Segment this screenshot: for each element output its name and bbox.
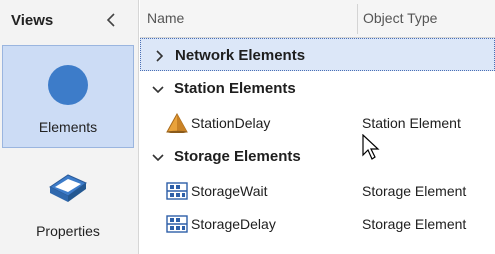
view-properties-button[interactable]: Properties xyxy=(2,150,134,253)
element-object-type: Storage Element xyxy=(362,216,467,232)
table-row[interactable]: StationDelay Station Element xyxy=(140,106,495,139)
element-object-type: Station Element xyxy=(362,115,461,131)
chevron-down-icon xyxy=(152,154,164,161)
view-properties-label: Properties xyxy=(36,223,100,239)
column-header-name[interactable]: Name xyxy=(147,0,184,37)
station-cone-icon xyxy=(166,113,188,133)
element-name: StorageDelay xyxy=(191,216,276,232)
expand-toggle[interactable] xyxy=(152,49,166,63)
collapse-toggle[interactable] xyxy=(151,82,165,96)
grid-header: Name Object Type xyxy=(140,0,495,38)
collapse-panel-button[interactable] xyxy=(100,9,122,31)
column-header-object-type[interactable]: Object Type xyxy=(363,0,437,37)
view-elements-button[interactable]: Elements xyxy=(2,45,134,148)
element-name: StationDelay xyxy=(191,115,271,131)
element-object-type: Storage Element xyxy=(362,183,467,199)
box-icon xyxy=(49,174,87,202)
chevron-right-icon xyxy=(156,50,163,62)
collapse-toggle[interactable] xyxy=(151,150,165,164)
column-divider[interactable] xyxy=(357,4,358,34)
chevron-left-icon xyxy=(106,13,115,27)
group-label: Station Elements xyxy=(174,80,296,97)
blue-circle-icon xyxy=(48,65,88,105)
table-row[interactable]: StorageWait Storage Element xyxy=(140,174,495,207)
storage-rack-icon xyxy=(166,182,188,200)
group-row-storage-elements[interactable]: Storage Elements xyxy=(140,140,495,173)
group-row-network-elements[interactable]: Network Elements xyxy=(140,38,495,71)
views-panel: Views Elements Properties xyxy=(0,0,139,254)
table-row[interactable]: StorageDelay Storage Element xyxy=(140,207,495,240)
group-label: Network Elements xyxy=(175,47,306,64)
storage-rack-icon xyxy=(166,215,188,233)
view-elements-label: Elements xyxy=(38,119,98,135)
group-row-station-elements[interactable]: Station Elements xyxy=(140,72,495,105)
elements-grid: Name Object Type Network Elements Statio… xyxy=(140,0,495,254)
group-label: Storage Elements xyxy=(174,148,301,165)
views-header: Views xyxy=(0,0,138,40)
element-name: StorageWait xyxy=(191,183,268,199)
views-title: Views xyxy=(11,12,54,29)
chevron-down-icon xyxy=(152,86,164,93)
